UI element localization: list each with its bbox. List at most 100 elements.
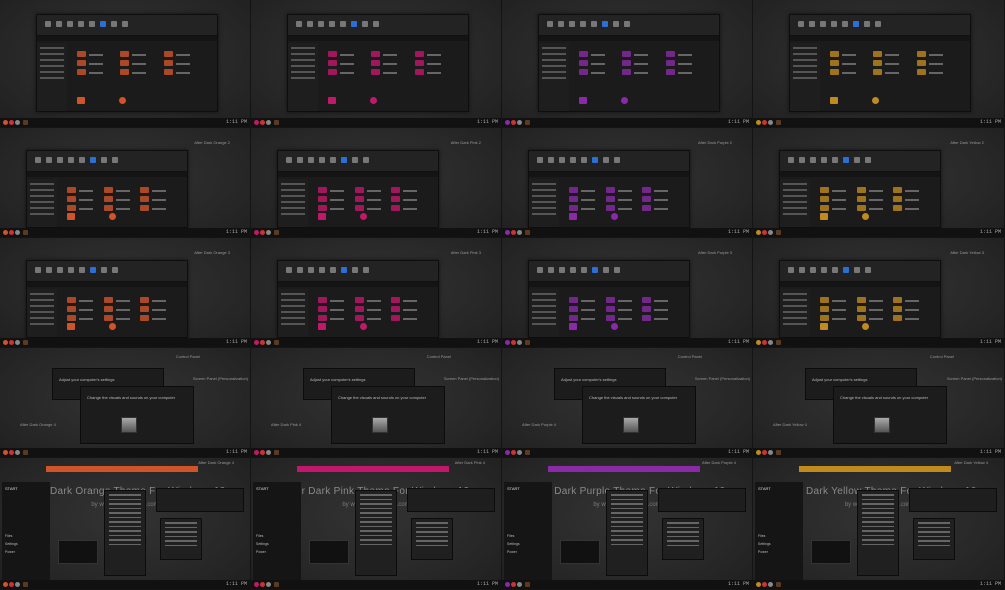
folder-icon[interactable] (354, 196, 364, 202)
taskbar-icon[interactable] (762, 120, 767, 125)
ribbon-button-icon[interactable] (537, 267, 543, 273)
folder-icon[interactable] (391, 306, 401, 312)
taskbar-icon[interactable] (254, 450, 259, 455)
nav-item[interactable] (291, 77, 315, 79)
submenu-item[interactable] (918, 526, 950, 528)
taskbar-icon[interactable] (768, 582, 773, 587)
context-menu-item[interactable] (109, 507, 141, 509)
folder-icon[interactable] (371, 69, 381, 75)
nav-item[interactable] (532, 299, 556, 301)
ribbon-button-icon[interactable] (307, 21, 313, 27)
address-bar[interactable] (780, 172, 940, 177)
context-menu-item[interactable] (862, 503, 894, 505)
folder-icon[interactable] (77, 60, 86, 66)
nav-item[interactable] (783, 317, 807, 319)
taskbar-app-icon[interactable] (23, 230, 28, 235)
ribbon-button-icon[interactable] (57, 157, 63, 163)
ribbon-button-icon[interactable] (603, 157, 609, 163)
ribbon-button-icon[interactable] (842, 21, 848, 27)
ribbon-button-icon[interactable] (45, 21, 51, 27)
folder-icon[interactable] (318, 315, 327, 321)
folder-icon[interactable] (371, 60, 381, 66)
folder-icon[interactable] (103, 187, 113, 193)
folder-icon[interactable] (318, 205, 327, 211)
nav-item[interactable] (40, 59, 64, 61)
context-menu-item[interactable] (862, 530, 894, 532)
ribbon-button-icon[interactable] (831, 21, 837, 27)
context-menu-item[interactable] (109, 543, 141, 545)
taskbar-app-icon[interactable] (525, 340, 530, 345)
address-bar[interactable] (790, 36, 970, 41)
folder-icon[interactable] (67, 297, 76, 303)
nav-item[interactable] (793, 77, 817, 79)
nav-item[interactable] (793, 65, 817, 67)
drive-icon[interactable] (579, 97, 587, 104)
folder-icon[interactable] (665, 60, 675, 66)
start-item-files[interactable]: Files (256, 534, 263, 538)
nav-item[interactable] (783, 323, 807, 325)
drive-icon[interactable] (569, 323, 577, 330)
ribbon-button-icon[interactable] (68, 267, 74, 273)
submenu-item[interactable] (165, 526, 197, 528)
nav-item[interactable] (542, 53, 566, 55)
folder-icon[interactable] (569, 297, 578, 303)
taskbar-thumbnail[interactable] (58, 540, 98, 564)
taskbar-icon[interactable] (254, 582, 259, 587)
nav-item[interactable] (30, 189, 54, 191)
ribbon-button-icon[interactable] (78, 21, 84, 27)
submenu-item[interactable] (416, 526, 448, 528)
nav-item[interactable] (40, 77, 64, 79)
ribbon-button-icon[interactable] (352, 157, 358, 163)
nav-item[interactable] (783, 201, 807, 203)
folder-icon[interactable] (642, 196, 652, 202)
nav-item[interactable] (783, 213, 807, 215)
folder-icon[interactable] (77, 51, 86, 57)
folder-icon[interactable] (579, 51, 588, 57)
ribbon-button-icon[interactable] (286, 267, 292, 273)
nav-item[interactable] (291, 53, 315, 55)
ribbon-button-icon[interactable] (799, 157, 805, 163)
address-bar[interactable] (780, 282, 940, 287)
context-menu-item[interactable] (360, 512, 392, 514)
folder-icon[interactable] (140, 306, 150, 312)
drive-icon[interactable] (318, 323, 326, 330)
folder-icon[interactable] (67, 187, 76, 193)
ribbon-button-icon[interactable] (548, 267, 554, 273)
folder-icon[interactable] (605, 205, 615, 211)
folder-icon[interactable] (318, 297, 327, 303)
address-bar[interactable] (529, 172, 689, 177)
ribbon-button-icon[interactable] (296, 21, 302, 27)
drive-icon[interactable] (318, 213, 326, 220)
taskbar-app-icon[interactable] (274, 582, 279, 587)
ribbon-button-icon[interactable] (111, 21, 117, 27)
nav-item[interactable] (783, 299, 807, 301)
nav-item[interactable] (281, 317, 305, 319)
folder-icon[interactable] (642, 297, 652, 303)
dvd-drive-icon[interactable] (862, 323, 869, 330)
nav-item[interactable] (30, 323, 54, 325)
nav-item[interactable] (542, 77, 566, 79)
context-menu-item[interactable] (862, 512, 894, 514)
ribbon-button-icon[interactable] (875, 21, 881, 27)
ribbon-button-icon[interactable] (537, 157, 543, 163)
context-menu-item[interactable] (611, 539, 643, 541)
context-menu-item[interactable] (360, 507, 392, 509)
ribbon-button-icon[interactable] (864, 21, 870, 27)
submenu-item[interactable] (165, 544, 197, 546)
ribbon-button-icon[interactable] (101, 267, 107, 273)
nav-item[interactable] (532, 213, 556, 215)
taskbar-icon[interactable] (15, 582, 20, 587)
context-menu-item[interactable] (862, 498, 894, 500)
ribbon-button-icon[interactable] (570, 267, 576, 273)
submenu-item[interactable] (416, 522, 448, 524)
ribbon-button-icon[interactable] (820, 21, 826, 27)
context-menu-item[interactable] (109, 521, 141, 523)
dvd-drive-icon[interactable] (360, 323, 367, 330)
drive-icon[interactable] (820, 213, 828, 220)
nav-item[interactable] (40, 65, 64, 67)
nav-item[interactable] (793, 59, 817, 61)
context-menu-item[interactable] (862, 507, 894, 509)
nav-item[interactable] (30, 201, 54, 203)
taskbar-icon[interactable] (9, 230, 14, 235)
folder-icon[interactable] (569, 205, 578, 211)
